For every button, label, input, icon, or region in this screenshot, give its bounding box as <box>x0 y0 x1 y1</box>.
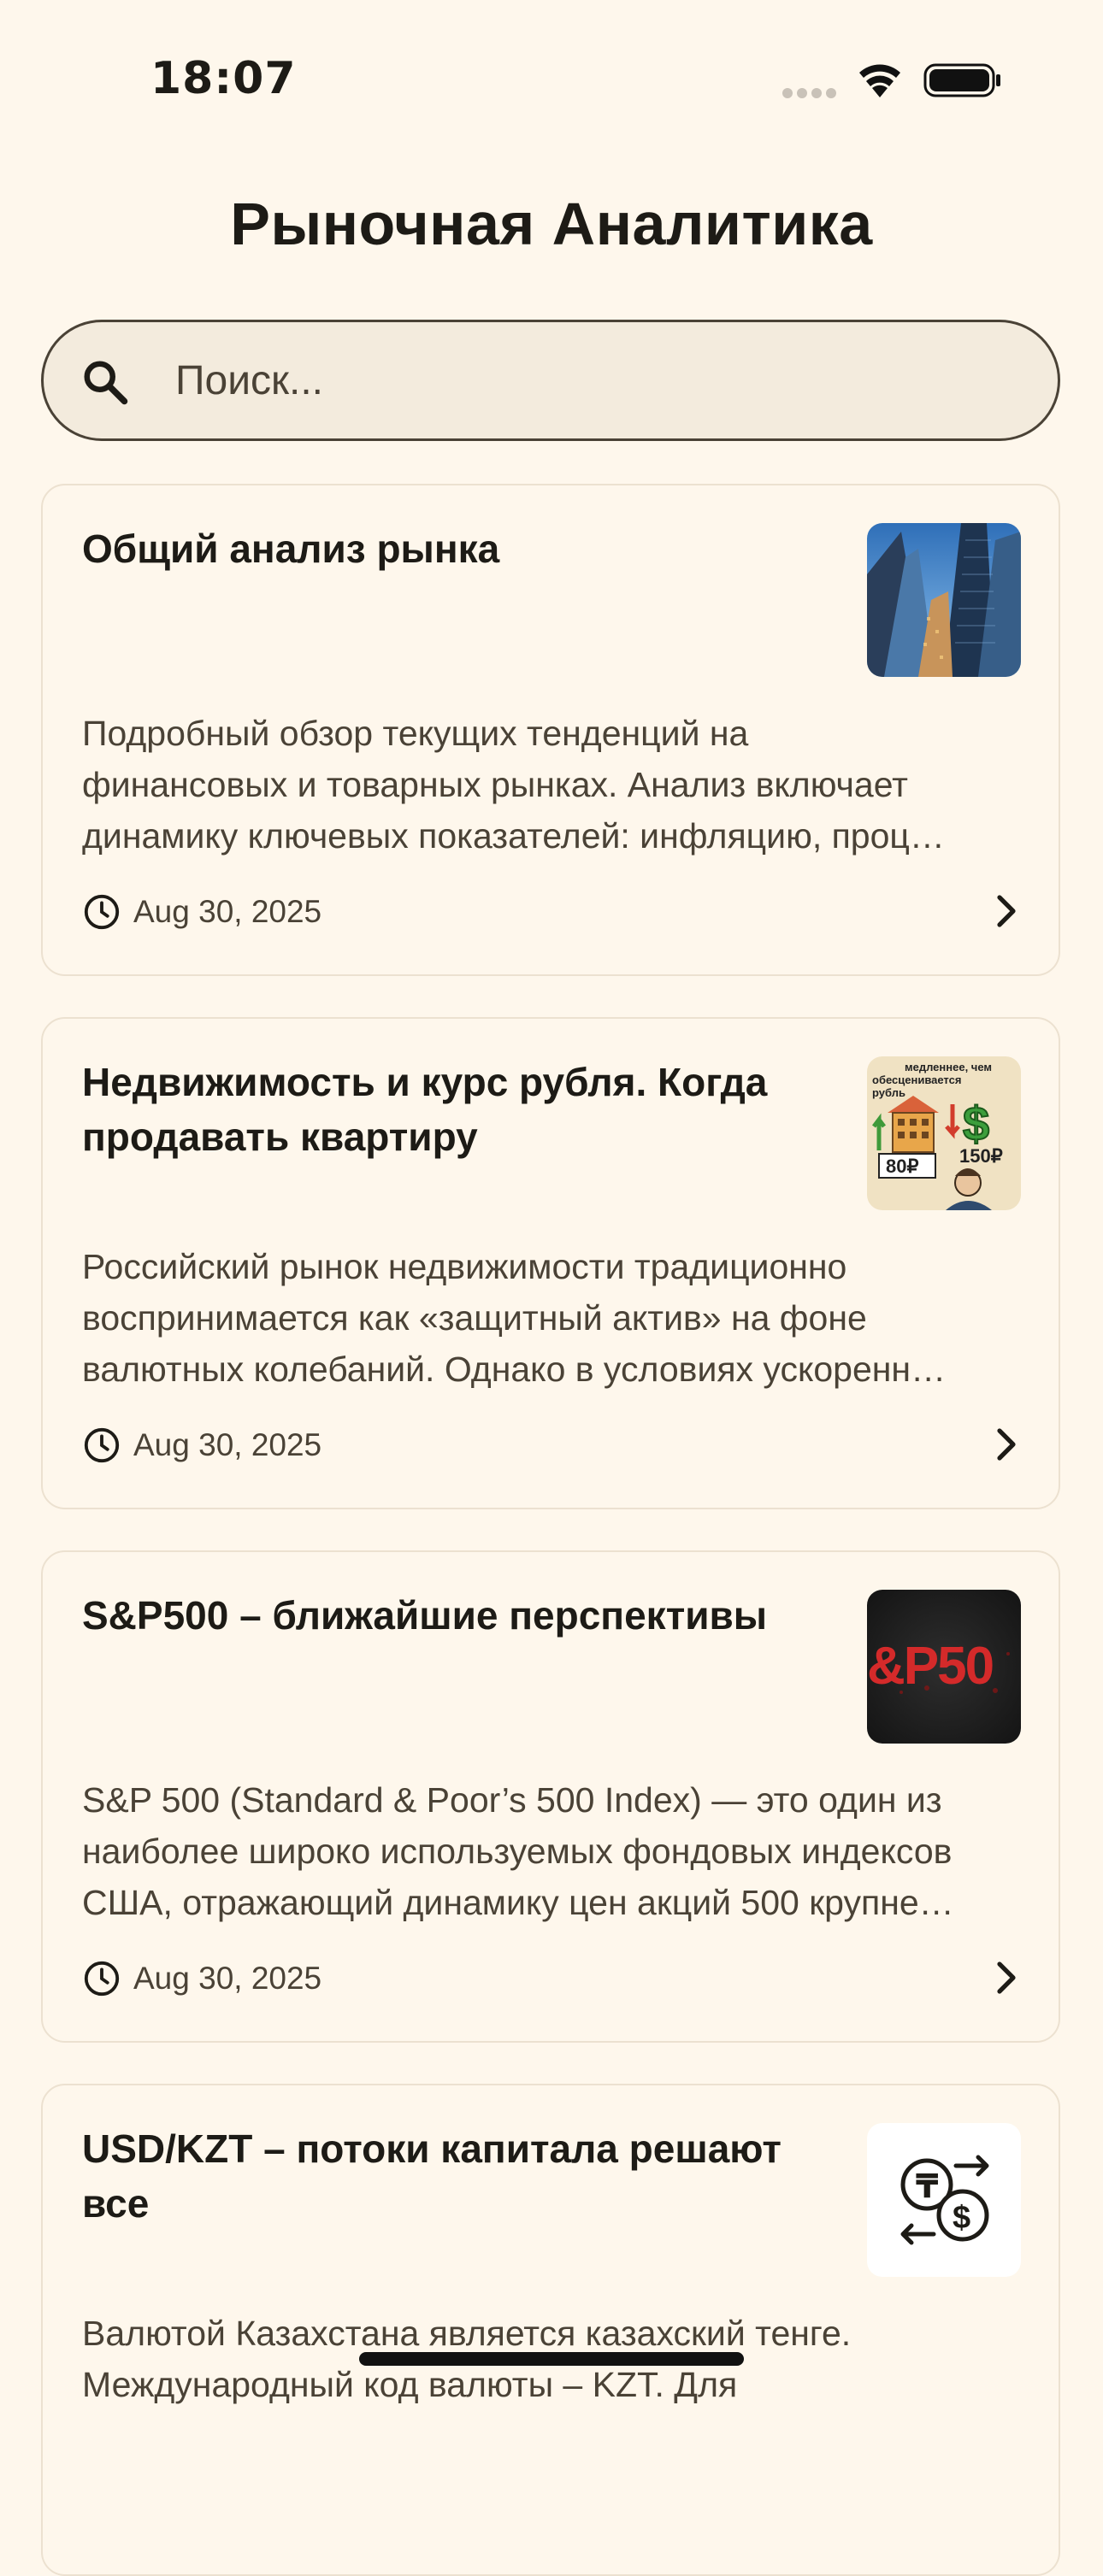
article-description: Подробный обзор текущих тенденций на фин… <box>82 714 945 856</box>
article-title: Общий анализ рынка <box>82 526 500 571</box>
article-date: Aug 30, 2025 <box>82 1424 321 1467</box>
clock-icon <box>84 894 120 930</box>
cellular-signal-icon <box>782 88 836 98</box>
article-description: S&P 500 (Standard & Poor’s 500 Index) — … <box>82 1780 954 1922</box>
chevron-right-icon[interactable] <box>985 891 1026 932</box>
clock-icon <box>84 1427 120 1463</box>
search-bar[interactable] <box>41 320 1060 441</box>
article-card[interactable]: USD/KZT – потоки капитала решают все ₸ $… <box>41 2084 1060 2576</box>
real-estate-ruble-illustration: медленнее, чем обесценивается рубль $ 80… <box>867 1056 1021 1210</box>
status-bar: 18:07 <box>0 0 1103 162</box>
article-card[interactable]: S&P500 – ближайшие перспективы &P50 S&P … <box>41 1550 1060 2043</box>
chevron-right-icon[interactable] <box>985 1957 1026 1998</box>
home-indicator <box>359 2352 744 2366</box>
article-date: Aug 30, 2025 <box>82 891 321 933</box>
article-title: Недвижимость и курс рубля. Когда продава… <box>82 1060 768 1159</box>
status-time: 18:07 <box>150 53 297 104</box>
city-skyscrapers-image <box>867 523 1021 677</box>
article-description: Российский рынок недвижимости традиционн… <box>82 1247 947 1389</box>
svg-text:&P50: &P50 <box>867 1637 993 1696</box>
svg-text:150₽: 150₽ <box>959 1145 1003 1167</box>
svg-text:рубль: рубль <box>872 1086 905 1099</box>
svg-text:₸: ₸ <box>916 2167 938 2205</box>
currency-exchange-icon: ₸ $ <box>867 2123 1021 2277</box>
search-icon <box>84 361 128 405</box>
date-text: Aug 30, 2025 <box>133 894 322 929</box>
article-card[interactable]: Общий анализ рынка Подробный обзор текущ… <box>41 484 1060 976</box>
svg-text:80₽: 80₽ <box>886 1156 918 1177</box>
article-thumbnail: медленнее, чем обесценивается рубль $ 80… <box>867 1056 1021 1210</box>
article-title: S&P500 – ближайшие перспективы <box>82 1593 768 1638</box>
article-card[interactable]: Недвижимость и курс рубля. Когда продава… <box>41 1017 1060 1509</box>
svg-text:$: $ <box>953 2200 970 2236</box>
article-date: Aug 30, 2025 <box>82 1957 321 2000</box>
wifi-icon <box>859 64 900 97</box>
page-title: Рыночная Аналитика <box>230 191 873 257</box>
svg-text:обесценивается: обесценивается <box>872 1073 961 1086</box>
svg-text:$: $ <box>963 1097 989 1150</box>
svg-text:медленнее, чем: медленнее, чем <box>905 1061 992 1073</box>
date-text: Aug 30, 2025 <box>133 1961 322 1996</box>
article-thumbnail: &P50 <box>867 1590 1021 1744</box>
date-text: Aug 30, 2025 <box>133 1427 322 1462</box>
article-thumbnail <box>867 523 1021 677</box>
clock-icon <box>84 1961 120 1997</box>
article-thumbnail: ₸ $ <box>867 2123 1021 2277</box>
search-input[interactable] <box>175 322 996 438</box>
chevron-right-icon[interactable] <box>985 1424 1026 1465</box>
article-title: USD/KZT – потоки капитала решают все <box>82 2126 782 2226</box>
battery-icon <box>923 63 1000 97</box>
sp500-logo-image: &P50 <box>867 1590 1021 1744</box>
